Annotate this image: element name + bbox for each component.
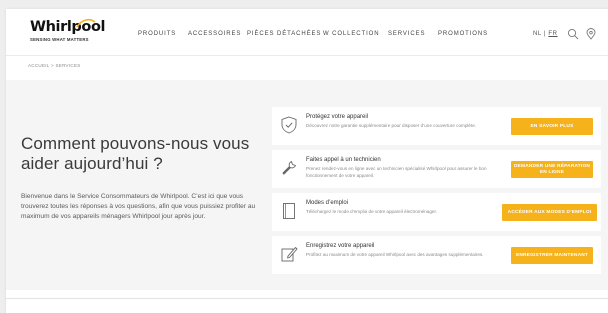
access-manuals-button[interactable]: ACCÉDER AUX MODES D’EMPLOI	[502, 204, 597, 221]
lang-fr[interactable]: FR	[548, 31, 557, 37]
service-card-register: Enregistrez votre appareil Profitez au m…	[272, 236, 601, 274]
card-title: Enregistrez votre appareil	[306, 243, 375, 249]
search-icon[interactable]	[567, 28, 579, 40]
card-description: Téléchargez le mode d’emploi de votre ap…	[306, 209, 437, 214]
service-card-protect: Protégez votre appareil Découvrez notre …	[272, 107, 601, 145]
nav-item-pieces-detachees[interactable]: PIÈCES DÉTACHÉES	[247, 31, 321, 37]
page: Whirlpool SENSING WHAT MATTERS PRODUITS …	[6, 9, 608, 313]
card-description: Prenez rendez-vous en ligne avec un tech…	[306, 166, 487, 178]
card-description: Découvrez notre garantie supplémentaire …	[306, 123, 477, 128]
whirlpool-logo[interactable]: Whirlpool SENSING WHAT MATTERS	[30, 18, 108, 49]
shield-check-icon	[281, 116, 297, 134]
nav-item-w-collection[interactable]: W COLLECTION	[323, 31, 379, 37]
card-title: Protégez votre appareil	[306, 114, 369, 120]
page-title: Comment pouvons-nous vous aider aujourd’…	[21, 134, 250, 173]
site-header: Whirlpool SENSING WHAT MATTERS PRODUITS …	[6, 9, 608, 55]
nav-item-promotions[interactable]: PROMOTIONS	[438, 31, 488, 37]
learn-more-button[interactable]: EN SAVOIR PLUS	[511, 118, 593, 135]
manual-book-icon	[283, 203, 295, 219]
breadcrumb-home[interactable]: ACCUEIL	[28, 63, 49, 68]
breadcrumb: ACCUEIL > SERVICES	[28, 63, 81, 68]
request-repair-button[interactable]: DEMANDER UNE RÉPARATION EN LIGNE	[511, 161, 593, 178]
service-card-technician: Faites appel à un technicien Prenez rend…	[272, 150, 601, 188]
wrench-icon	[282, 161, 296, 175]
breadcrumb-current: SERVICES	[55, 63, 81, 68]
card-title: Modes d’emploi	[306, 200, 349, 206]
card-description: Profitez au maximum de votre appareil Wh…	[306, 252, 484, 257]
nav-item-produits[interactable]: PRODUITS	[138, 31, 176, 37]
nav-item-services[interactable]: SERVICES	[388, 31, 425, 37]
card-title: Faites appel à un technicien	[306, 157, 381, 163]
section-divider	[6, 298, 608, 299]
nav-item-accessoires[interactable]: ACCESSOIRES	[188, 31, 241, 37]
language-switch: NL | FR	[533, 31, 558, 37]
logo-swoosh-icon	[76, 18, 96, 28]
lang-nl[interactable]: NL	[533, 31, 542, 37]
logo-tagline: SENSING WHAT MATTERS	[30, 37, 89, 42]
hero-intro-text: Bienvenue dans le Service Consommateurs …	[21, 193, 256, 220]
register-edit-icon	[281, 247, 298, 262]
register-now-button[interactable]: ENREGISTRER MAINTENANT	[511, 247, 593, 264]
header-divider	[6, 55, 608, 56]
location-pin-icon[interactable]	[585, 28, 597, 40]
service-card-manuals: Modes d’emploi Téléchargez le mode d’emp…	[272, 193, 601, 231]
hero-section: Comment pouvons-nous vous aider aujourd’…	[6, 80, 608, 290]
